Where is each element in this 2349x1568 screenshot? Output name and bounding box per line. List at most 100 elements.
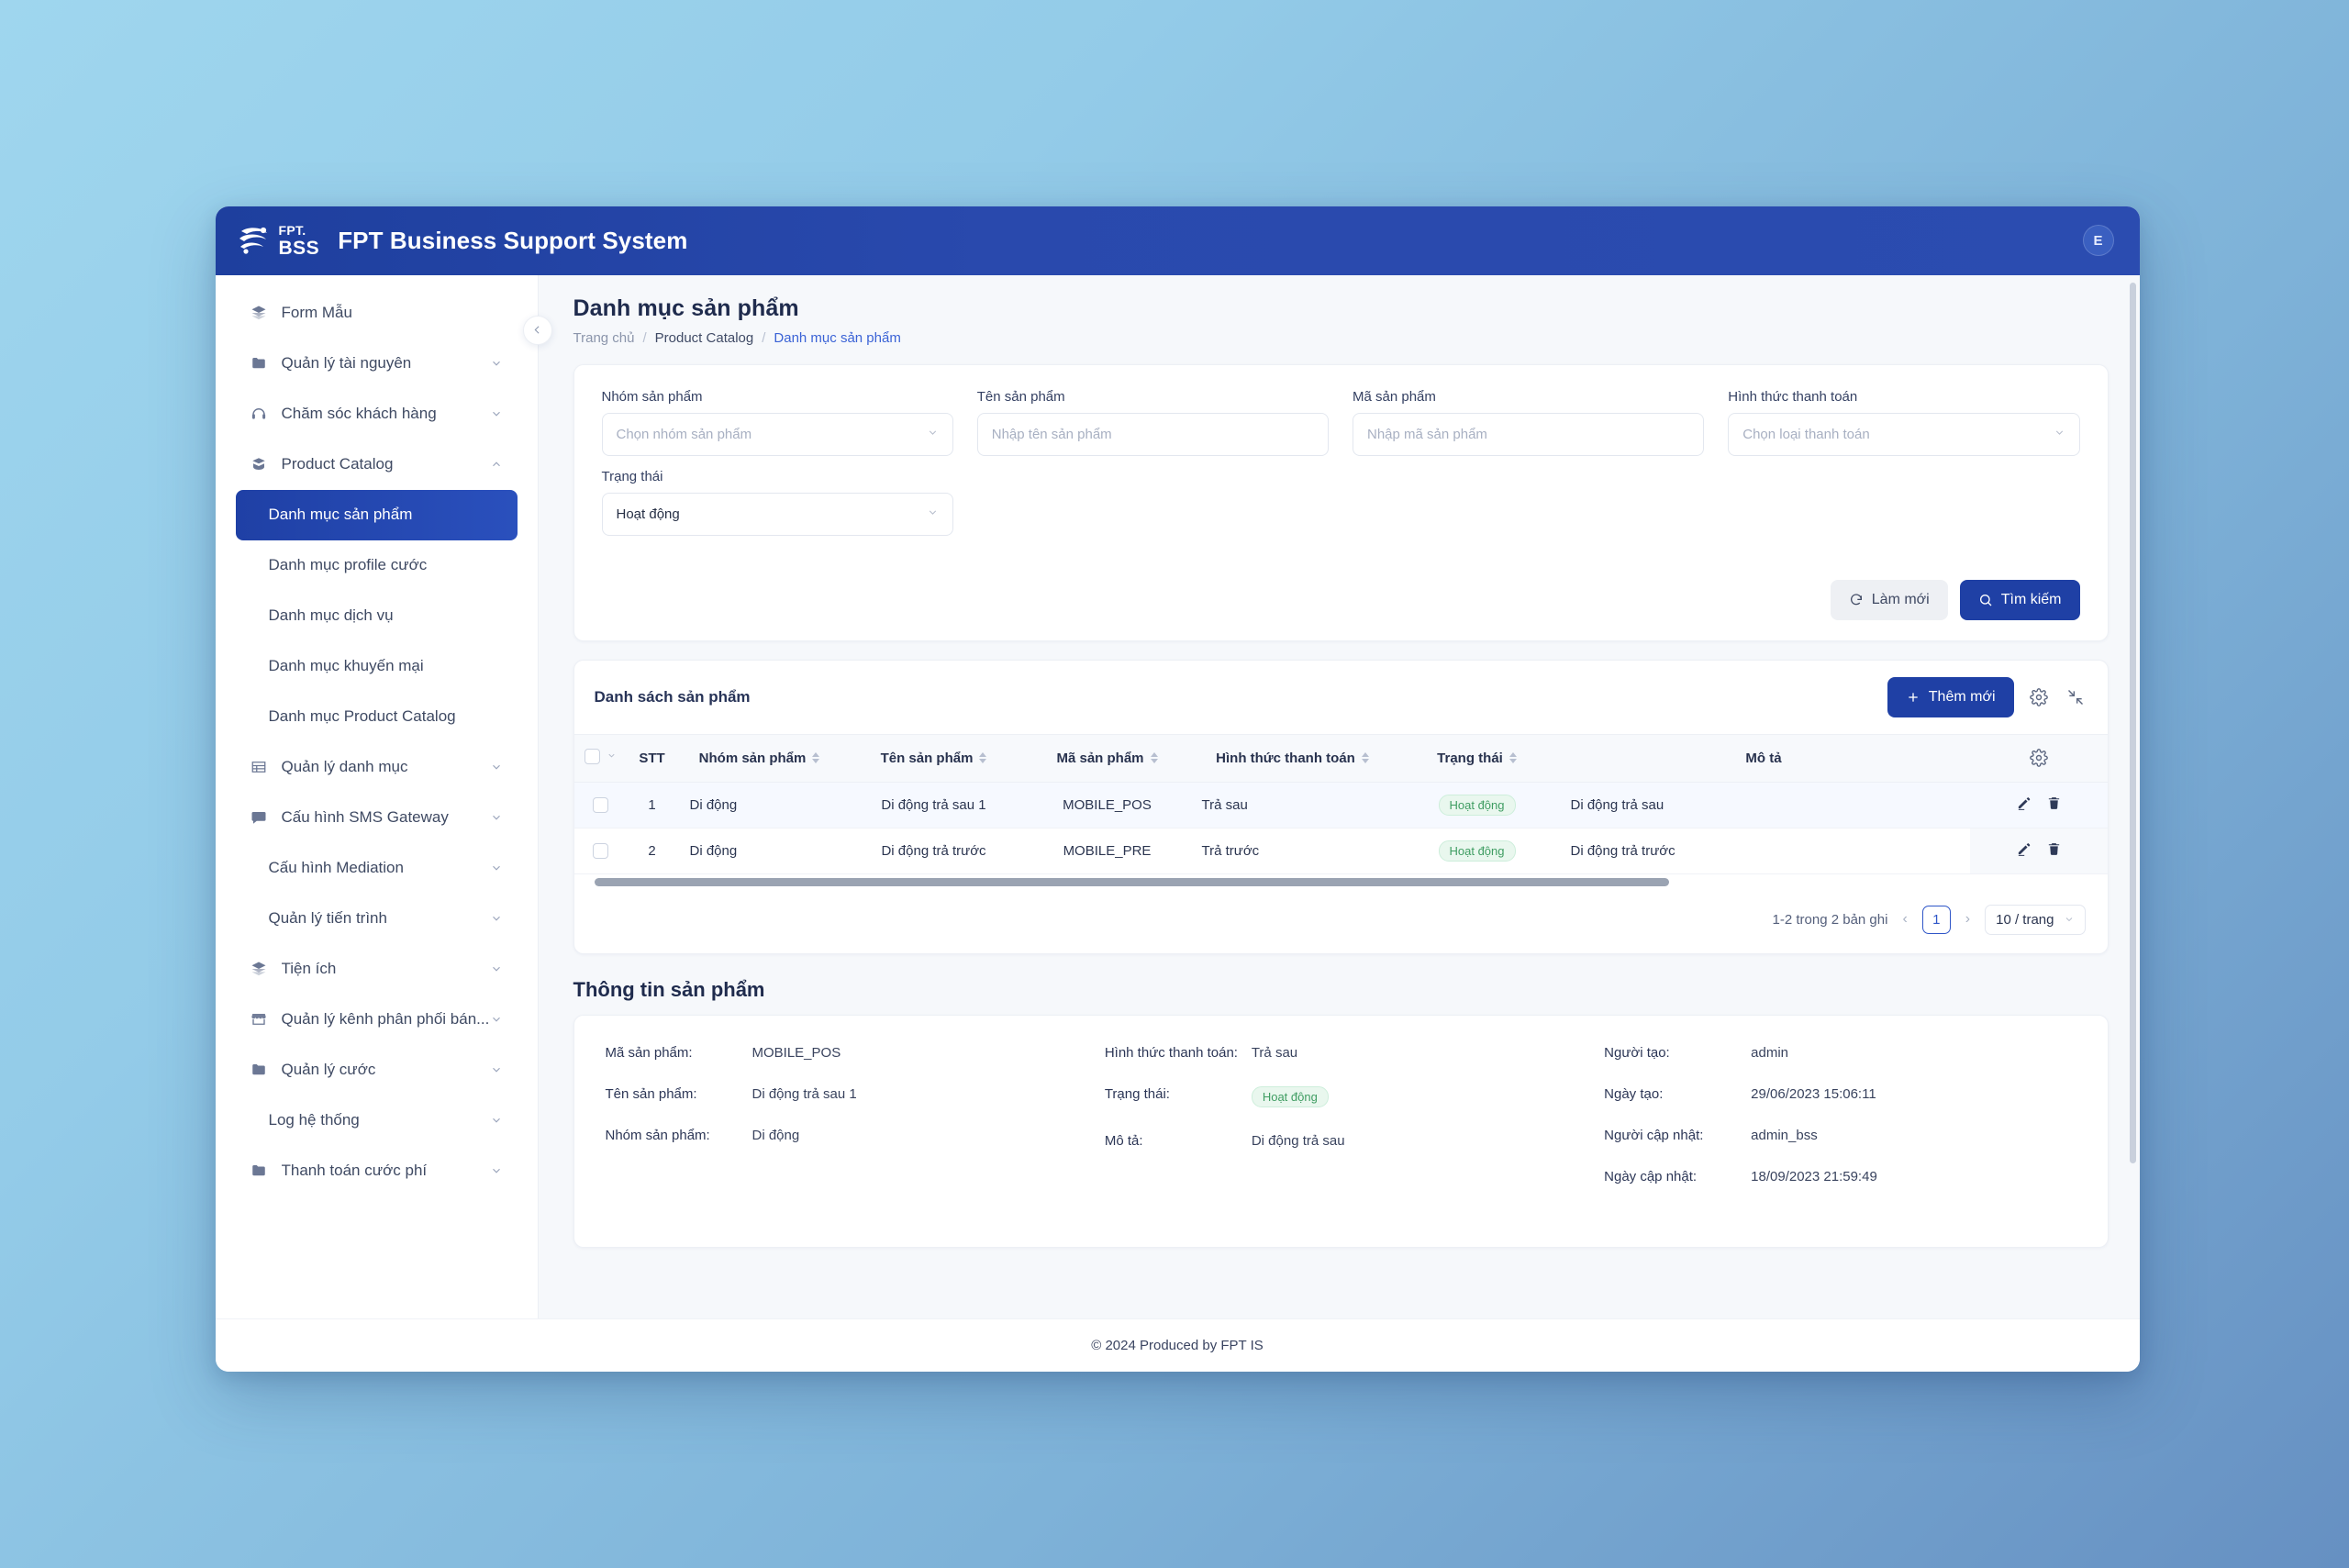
table-scroll-thumb[interactable] xyxy=(594,877,1669,886)
pagination-page-1[interactable]: 1 xyxy=(1921,905,1951,934)
brand[interactable]: FPT. BSS FPT Business Support System xyxy=(236,222,688,259)
chevron-down-icon xyxy=(2065,917,2072,922)
sidebar-item-5[interactable]: Danh mục profile cước xyxy=(236,540,518,591)
page-title: Danh mục sản phẩm xyxy=(573,295,799,321)
chevron-down-icon[interactable] xyxy=(490,1113,505,1128)
filter-label-status: Trạng thái xyxy=(601,468,663,484)
delete-row-button[interactable] xyxy=(2046,841,2062,861)
sort-icon[interactable] xyxy=(979,752,987,763)
refresh-button[interactable]: Làm mới xyxy=(1830,579,1948,620)
chevron-down-icon[interactable] xyxy=(490,810,505,825)
column-header-payment[interactable]: Hình thức thanh toán xyxy=(1188,733,1397,783)
row-checkbox[interactable] xyxy=(593,796,608,813)
main-scrollbar[interactable] xyxy=(2129,282,2136,1311)
pagination-next-button[interactable]: › xyxy=(1964,911,1972,928)
payment-type-select[interactable]: Chọn loại thanh toán xyxy=(1728,412,2080,456)
table-row[interactable]: 2 Di động Di động trả trước MOBILE_PRE Trả t… xyxy=(573,828,2108,874)
chevron-down-icon[interactable] xyxy=(490,760,505,774)
select-all-checkbox[interactable] xyxy=(584,748,600,764)
sidebar-item-14[interactable]: Quản lý kênh phân phối bán... xyxy=(236,995,518,1045)
chevron-down-icon[interactable] xyxy=(490,1012,505,1027)
expand-collapse-button[interactable] xyxy=(2064,685,2087,709)
sidebar-item-label: Danh mục Product Catalog xyxy=(268,707,456,725)
gear-icon xyxy=(2029,687,2048,706)
column-label-code: Mã sản phẩm xyxy=(1056,750,1144,766)
sidebar-item-12[interactable]: Quản lý tiến trình xyxy=(236,894,518,944)
column-header-status[interactable]: Trạng thái xyxy=(1396,733,1558,783)
chevron-down-icon[interactable] xyxy=(490,406,505,421)
table-horizontal-scrollbar[interactable] xyxy=(594,877,2087,888)
chevron-down-icon[interactable] xyxy=(490,356,505,371)
chevron-down-icon[interactable] xyxy=(607,749,617,764)
product-group-select[interactable]: Chọn nhóm sản phẩm xyxy=(601,412,953,456)
sidebar-item-label: Danh mục sản phẩm xyxy=(268,506,413,523)
row-checkbox[interactable] xyxy=(593,842,608,859)
detail-grid: Mã sản phẩm: MOBILE_POS Tên sản phẩm: Di độ… xyxy=(606,1045,2076,1210)
chevron-down-icon[interactable] xyxy=(490,962,505,976)
sidebar-item-3[interactable]: Product Catalog xyxy=(236,439,518,490)
page-size-select[interactable]: 10 / trang xyxy=(1985,904,2086,935)
column-header-name[interactable]: Tên sản phẩm xyxy=(841,733,1026,783)
sidebar-item-4[interactable]: Danh mục sản phẩm xyxy=(235,489,518,540)
breadcrumb-item-catalog[interactable]: Product Catalog xyxy=(655,330,754,346)
add-new-button-label: Thêm mới xyxy=(1928,688,1996,705)
column-header-actions[interactable] xyxy=(1969,733,2108,783)
pagination-prev-button[interactable]: ‹ xyxy=(1900,911,1909,928)
breadcrumb-item-home[interactable]: Trang chủ xyxy=(573,330,635,346)
sort-icon[interactable] xyxy=(1508,752,1517,763)
sidebar-item-6[interactable]: Danh mục dịch vụ xyxy=(236,591,518,641)
sidebar-item-label: Log hệ thống xyxy=(268,1111,360,1129)
detail-value: Hoạt động xyxy=(1251,1085,1329,1107)
column-header-description[interactable]: Mô tả xyxy=(1557,733,1970,783)
product-code-input[interactable]: Nhập mã sản phẩm xyxy=(1353,412,1705,456)
select-all-header[interactable] xyxy=(573,733,628,783)
sidebar-item-11[interactable]: Cấu hình Mediation xyxy=(236,843,518,894)
sidebar-item-16[interactable]: Log hệ thống xyxy=(236,1095,518,1146)
add-new-button[interactable]: Thêm mới xyxy=(1887,676,2014,717)
detail-value: Di động trả sau xyxy=(1251,1132,1345,1149)
sidebar-item-2[interactable]: Chăm sóc khách hàng xyxy=(236,389,518,439)
sidebar-item-13[interactable]: Tiện ích xyxy=(236,944,518,995)
sidebar-item-8[interactable]: Danh mục Product Catalog xyxy=(236,692,518,742)
table-row[interactable]: 1 Di động Di động trả sau 1 MOBILE_POS Trả s… xyxy=(573,782,2108,828)
product-name-input[interactable]: Nhập tên sản phẩm xyxy=(976,412,1329,456)
main-content: Danh mục sản phẩm Trang chủ / Product Ca… xyxy=(538,274,2140,1318)
sort-icon[interactable] xyxy=(1361,752,1369,763)
chevron-down-icon[interactable] xyxy=(490,1163,505,1178)
chevron-down-icon[interactable] xyxy=(490,1062,505,1077)
chevron-down-icon[interactable] xyxy=(490,911,505,926)
column-header-stt[interactable]: STT xyxy=(627,733,677,783)
delete-row-button[interactable] xyxy=(2046,795,2062,815)
list-header-actions: Thêm mới xyxy=(1887,676,2087,717)
edit-row-button[interactable] xyxy=(2016,841,2032,861)
pagination-summary: 1-2 trong 2 bản ghi xyxy=(1772,911,1888,928)
avatar[interactable]: E xyxy=(2082,225,2114,256)
edit-row-button[interactable] xyxy=(2016,795,2032,815)
column-header-code[interactable]: Mã sản phẩm xyxy=(1025,733,1189,783)
row-checkbox-cell[interactable] xyxy=(573,782,628,828)
sidebar-item-7[interactable]: Danh mục khuyến mại xyxy=(236,641,518,692)
chevron-down-icon[interactable] xyxy=(490,861,505,875)
sidebar-item-10[interactable]: Cấu hình SMS Gateway xyxy=(236,793,518,843)
footer: © 2024 Produced by FPT IS xyxy=(215,1318,2140,1372)
sidebar-item-0[interactable]: Form Mẫu xyxy=(236,288,518,339)
sidebar-item-9[interactable]: Quản lý danh mục xyxy=(236,742,518,793)
status-select[interactable]: Hoạt động xyxy=(601,492,953,536)
column-settings-button[interactable] xyxy=(2027,746,2051,770)
sidebar-item-17[interactable]: Thanh toán cước phí xyxy=(236,1146,518,1196)
row-checkbox-cell[interactable] xyxy=(573,828,628,874)
main-scroll-thumb[interactable] xyxy=(2129,282,2136,1163)
sidebar-collapse-button[interactable] xyxy=(522,315,552,345)
filter-actions: Làm mới Tìm kiếm xyxy=(602,579,2080,620)
sidebar-item-15[interactable]: Quản lý cước xyxy=(236,1045,518,1095)
sort-icon[interactable] xyxy=(812,752,820,763)
sidebar-item-1[interactable]: Quản lý tài nguyên xyxy=(236,339,518,389)
chevron-up-icon[interactable] xyxy=(490,457,505,472)
sort-icon[interactable] xyxy=(1150,752,1158,763)
filter-field-payment-type: Hình thức thanh toán Chọn loại thanh toá… xyxy=(1728,389,2080,456)
table-settings-button[interactable] xyxy=(2027,685,2051,709)
column-label-status: Trạng thái xyxy=(1437,750,1503,766)
search-button[interactable]: Tìm kiếm xyxy=(1959,579,2080,620)
column-header-group[interactable]: Nhóm sản phẩm xyxy=(676,733,842,783)
logo-bss-text: BSS xyxy=(278,237,320,259)
